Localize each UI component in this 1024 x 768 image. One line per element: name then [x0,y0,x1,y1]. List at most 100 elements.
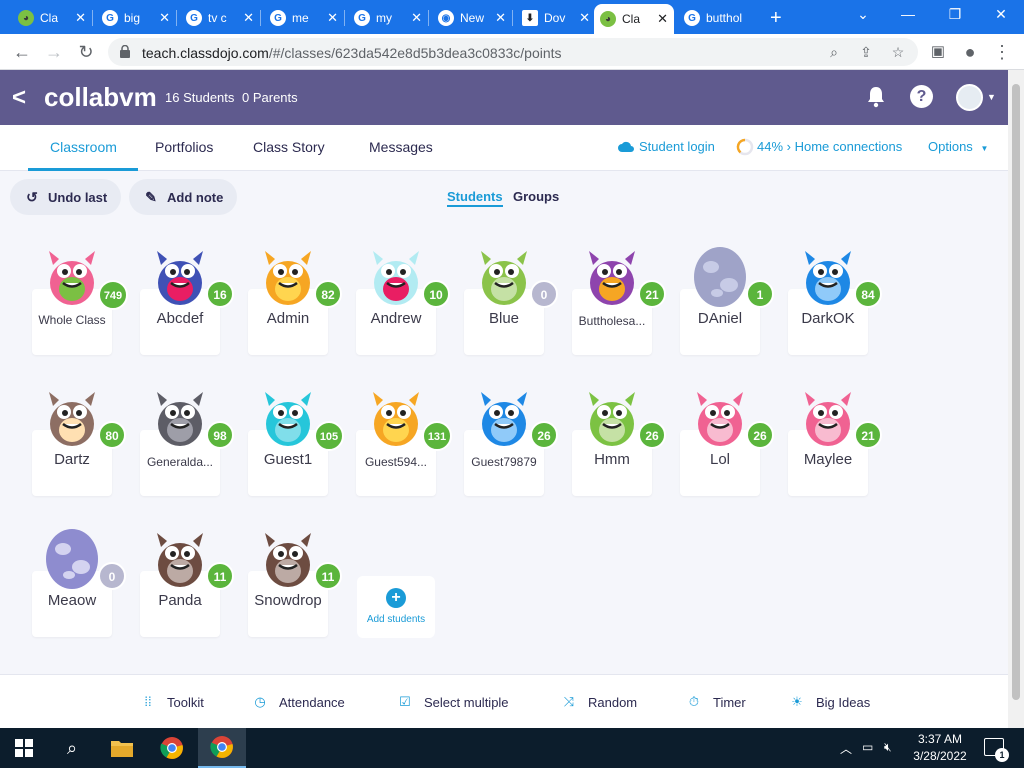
party-monster-icon [157,251,203,305]
chevron-down-icon[interactable]: ▼ [987,92,996,102]
student-avatar[interactable] [795,384,861,448]
windows-start-icon[interactable] [0,728,48,768]
student-avatar[interactable] [579,384,645,448]
big-ideas-button[interactable]: ☀ Big Ideas [789,694,870,710]
tab-search-icon[interactable]: ⌄ [853,6,873,23]
close-icon[interactable]: ✕ [159,10,170,26]
browser-tab-2[interactable]: G big ✕ [96,4,176,32]
back-chevron-icon[interactable]: < [12,84,26,112]
side-panel-icon[interactable]: ▣ [926,40,950,64]
page-scrollbar[interactable] [1008,70,1024,728]
browser-tab-8-active[interactable]: ◕ Cla ✕ [594,4,674,34]
clock-date[interactable]: 3/28/2022 [910,749,970,763]
browser-tab-4[interactable]: G me ✕ [264,4,344,32]
student-avatar[interactable] [687,243,753,307]
minimize-icon[interactable]: — [898,6,918,22]
toolkit-label: Toolkit [167,694,204,710]
close-icon[interactable]: ✕ [327,10,338,26]
random-button[interactable]: ⤨ Random [561,694,637,710]
browser-tab-7[interactable]: ⬇ Dov ✕ [516,4,596,32]
parents-count[interactable]: 0 Parents [242,90,298,105]
windows-logo-icon [15,739,33,757]
help-icon[interactable]: ? [910,85,933,108]
student-name: Maylee [803,451,853,468]
student-avatar[interactable] [147,525,213,589]
share-icon[interactable]: ⇪ [856,42,876,62]
folder-shape [111,741,133,757]
back-arrow-icon[interactable]: ← [10,40,34,64]
close-icon[interactable]: ✕ [495,10,506,26]
timer-button[interactable]: ⏱ Timer [686,694,746,710]
points-badge: 82 [314,280,342,308]
forward-arrow-icon[interactable]: → [42,40,66,64]
tab-messages[interactable]: Messages [369,139,433,155]
browser-tab-1[interactable]: ◕ Cla ✕ [12,4,92,32]
groups-toggle[interactable]: Groups [513,189,559,204]
add-students-button[interactable]: + Add students [357,576,435,638]
options-menu[interactable]: Options ▼ [928,139,988,154]
avatar[interactable] [956,84,983,111]
chrome-taskbar-icon-active[interactable] [198,728,246,768]
reload-icon[interactable]: ↻ [74,40,98,64]
student-avatar[interactable] [363,243,429,307]
browser-tab-9[interactable]: G butthol [678,4,758,32]
big-ideas-label: Big Ideas [816,694,871,710]
student-avatar[interactable] [363,384,429,448]
address-bar[interactable]: teach.classdojo.com/#/classes/623da542e8… [108,38,918,66]
tab-class-story[interactable]: Class Story [253,139,325,155]
student-avatar[interactable] [795,243,861,307]
select-multiple-button[interactable]: ☑ Select multiple [397,694,508,710]
network-icon[interactable]: ▭ [862,740,873,754]
students-toggle[interactable]: Students [447,189,503,207]
student-avatar[interactable] [39,243,105,307]
profile-icon[interactable]: ● [958,40,982,64]
points-badge: 11 [206,562,234,590]
chrome-taskbar-icon[interactable] [148,728,196,768]
browser-tab-5[interactable]: G my ✕ [348,4,428,32]
tab-classroom[interactable]: Classroom [50,139,117,155]
search-icon[interactable]: ⌕ [48,728,96,768]
classroom-toolbar: ⁞⁞ Toolkit ◷ Attendance ☑ Select multipl… [0,674,1008,728]
new-tab-button[interactable]: + [764,4,794,32]
student-avatar[interactable] [255,243,321,307]
student-avatar[interactable] [147,243,213,307]
file-explorer-icon[interactable] [98,728,146,768]
restore-icon[interactable]: ❐ [945,6,965,23]
chevron-up-icon[interactable]: ︿ [840,740,852,757]
star-icon[interactable]: ☆ [888,42,908,62]
scrollbar-thumb[interactable] [1012,84,1020,700]
zoom-icon[interactable]: ⌕ [824,42,844,62]
clock-time[interactable]: 3:37 AM [910,732,970,746]
student-avatar[interactable] [471,243,537,307]
browser-tab-3[interactable]: G tv c ✕ [180,4,260,32]
student-avatar[interactable] [471,384,537,448]
undo-last-button[interactable]: ↺ Undo last [10,179,121,215]
google-icon: G [684,10,700,26]
close-window-icon[interactable]: ✕ [991,6,1011,23]
browser-tab-6[interactable]: ◉ New ✕ [432,4,512,32]
student-avatar[interactable] [579,243,645,307]
close-icon[interactable]: ✕ [411,10,422,26]
student-login-link[interactable]: Student login [639,139,715,154]
student-avatar[interactable] [255,525,321,589]
add-note-button[interactable]: ✎ Add note [129,179,237,215]
student-avatar[interactable] [39,525,105,589]
menu-dots-icon[interactable]: ⋮ [990,40,1014,64]
volume-muted-icon[interactable]: 🔇︎ [884,740,892,755]
students-count[interactable]: 16 Students [165,90,234,105]
student-avatar[interactable] [255,384,321,448]
attendance-button[interactable]: ◷ Attendance [252,694,344,710]
student-name: Generalda... [146,455,214,469]
home-connections-link[interactable]: 44% › Home connections [757,139,902,154]
toolkit-button[interactable]: ⁞⁞ Toolkit [140,694,204,710]
google-icon: G [354,10,370,26]
close-icon[interactable]: ✕ [243,10,254,26]
student-avatar[interactable] [687,384,753,448]
student-avatar[interactable] [147,384,213,448]
bell-icon[interactable] [864,85,888,109]
close-icon[interactable]: ✕ [657,11,668,27]
close-icon[interactable]: ✕ [579,10,590,26]
student-avatar[interactable] [39,384,105,448]
close-icon[interactable]: ✕ [75,10,86,26]
tab-portfolios[interactable]: Portfolios [155,139,213,155]
